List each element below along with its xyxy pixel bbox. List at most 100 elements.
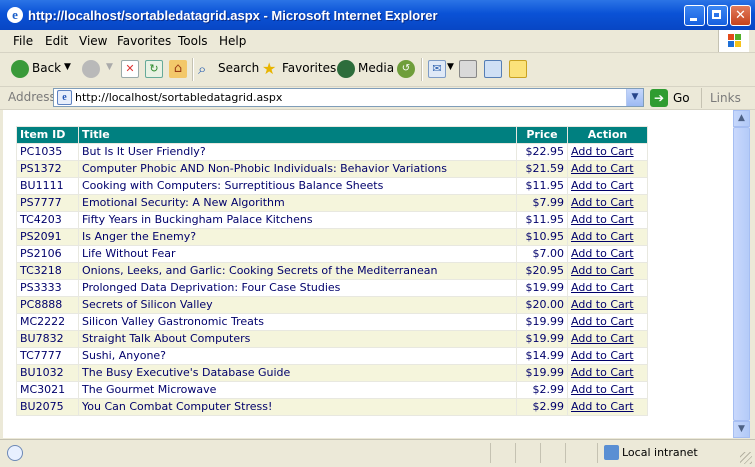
item-id-cell: BU1032 (16, 364, 79, 382)
title-cell: Life Without Fear (78, 245, 517, 263)
action-cell: Add to Cart (567, 262, 648, 280)
action-cell: Add to Cart (567, 143, 648, 161)
favorites-label: Favorites (282, 61, 337, 75)
add-to-cart-link[interactable]: Add to Cart (571, 162, 634, 175)
page-content: Item ID Title Price Action PC1035 But Is … (3, 110, 733, 438)
add-to-cart-link[interactable]: Add to Cart (571, 281, 634, 294)
item-id-cell: PC8888 (16, 296, 79, 314)
action-cell: Add to Cart (567, 364, 648, 382)
item-id-cell: BU1111 (16, 177, 79, 195)
sort-title-link[interactable]: Title (82, 128, 110, 141)
scroll-down-icon[interactable]: ▼ (733, 421, 750, 438)
status-cell (540, 443, 541, 463)
mail-dropdown-icon[interactable]: ▼ (447, 62, 454, 72)
address-url[interactable]: http://localhost/sortabledatagrid.aspx (75, 91, 282, 104)
action-cell: Add to Cart (567, 347, 648, 365)
item-id-cell: PS2106 (16, 245, 79, 263)
media-label: Media (358, 61, 395, 75)
go-arrow-icon: ➔ (650, 89, 668, 107)
close-button[interactable]: ✕ (730, 5, 751, 26)
ie-icon[interactable]: e (7, 7, 23, 23)
add-to-cart-link[interactable]: Add to Cart (571, 400, 634, 413)
address-dropdown-icon[interactable]: ▼ (626, 89, 643, 106)
forward-dropdown-icon[interactable]: ▼ (106, 62, 113, 72)
header-title[interactable]: Title (78, 126, 517, 144)
home-icon: ⌂ (169, 60, 187, 78)
media-button[interactable]: Media (337, 59, 394, 79)
add-to-cart-link[interactable]: Add to Cart (571, 366, 634, 379)
menu-favorites[interactable]: Favorites (117, 34, 171, 48)
search-button[interactable]: ⌕ Search (198, 59, 260, 79)
back-dropdown-icon[interactable]: ▼ (64, 62, 71, 72)
add-to-cart-link[interactable]: Add to Cart (571, 332, 634, 345)
table-row: PC1035 But Is It User Friendly? $22.95 Add … (16, 143, 648, 161)
add-to-cart-link[interactable]: Add to Cart (571, 349, 634, 362)
minimize-button[interactable] (684, 5, 705, 26)
price-cell: $11.95 (516, 211, 568, 229)
refresh-button[interactable]: ↻ (145, 59, 163, 79)
menu-help[interactable]: Help (219, 34, 246, 48)
print-button[interactable] (459, 59, 477, 79)
add-to-cart-link[interactable]: Add to Cart (571, 196, 634, 209)
title-cell: Onions, Leeks, and Garlic: Cooking Secre… (78, 262, 517, 280)
toolbar-separator (192, 58, 194, 81)
mail-button[interactable]: ✉ (428, 59, 446, 79)
add-to-cart-link[interactable]: Add to Cart (571, 230, 634, 243)
action-cell: Add to Cart (567, 160, 648, 178)
scroll-up-icon[interactable]: ▲ (733, 110, 750, 127)
add-to-cart-link[interactable]: Add to Cart (571, 179, 634, 192)
add-to-cart-link[interactable]: Add to Cart (571, 298, 634, 311)
stop-button[interactable]: ✕ (121, 59, 139, 79)
maximize-button[interactable] (707, 5, 728, 26)
item-id-cell: PS3333 (16, 279, 79, 297)
status-bar: Local intranet (0, 439, 755, 467)
search-icon: ⌕ (198, 60, 207, 78)
table-row: BU2075 You Can Combat Computer Stress! $2.… (16, 398, 648, 416)
item-id-cell: BU7832 (16, 330, 79, 348)
favorites-button[interactable]: ★ Favorites (262, 59, 336, 79)
minimize-icon (685, 6, 704, 25)
add-to-cart-link[interactable]: Add to Cart (571, 264, 634, 277)
vertical-scrollbar[interactable]: ▲ ▼ (733, 110, 750, 438)
table-row: PS7777 Emotional Security: A New Algorith… (16, 194, 648, 212)
address-bar: Address e http://localhost/sortabledatag… (0, 87, 755, 110)
menu-tools[interactable]: Tools (178, 34, 208, 48)
search-label: Search (218, 61, 260, 75)
note-icon (509, 60, 527, 78)
item-id-cell: TC7777 (16, 347, 79, 365)
history-button[interactable]: ↺ (397, 59, 415, 79)
menu-edit[interactable]: Edit (45, 34, 68, 48)
action-cell: Add to Cart (567, 211, 648, 229)
edit-button[interactable] (484, 59, 502, 79)
add-to-cart-link[interactable]: Add to Cart (571, 383, 634, 396)
add-to-cart-link[interactable]: Add to Cart (571, 247, 634, 260)
add-to-cart-link[interactable]: Add to Cart (571, 315, 634, 328)
menu-file[interactable]: File (13, 34, 33, 48)
status-cell (490, 443, 491, 463)
header-price[interactable]: Price (516, 126, 568, 144)
title-cell: Computer Phobic AND Non-Phobic Individua… (78, 160, 517, 178)
action-cell: Add to Cart (567, 228, 648, 246)
menu-view[interactable]: View (79, 34, 107, 48)
resize-grip-icon[interactable] (740, 452, 752, 464)
home-button[interactable]: ⌂ (169, 59, 187, 79)
messenger-button[interactable] (509, 59, 527, 79)
add-to-cart-link[interactable]: Add to Cart (571, 213, 634, 226)
item-id-cell: TC3218 (16, 262, 79, 280)
item-id-cell: MC2222 (16, 313, 79, 331)
forward-button[interactable] (82, 59, 102, 79)
links-button[interactable]: Links (701, 88, 741, 108)
address-input[interactable]: e http://localhost/sortabledatagrid.aspx… (53, 88, 644, 107)
standard-toolbar: Back ▼ ▼ ✕ ↻ ⌂ ⌕ Search ★ Favorites Medi… (0, 53, 755, 87)
add-to-cart-link[interactable]: Add to Cart (571, 145, 634, 158)
close-icon: ✕ (735, 8, 746, 23)
sort-price-link[interactable]: Price (526, 128, 557, 141)
title-cell: Prolonged Data Deprivation: Four Case St… (78, 279, 517, 297)
back-button[interactable]: Back (11, 59, 71, 79)
forward-arrow-icon (82, 60, 100, 78)
item-id-cell: PS7777 (16, 194, 79, 212)
stop-icon: ✕ (121, 60, 139, 78)
scroll-thumb[interactable] (733, 127, 750, 421)
price-cell: $7.00 (516, 245, 568, 263)
title-bar[interactable]: e http://localhost/sortabledatagrid.aspx… (0, 0, 755, 30)
